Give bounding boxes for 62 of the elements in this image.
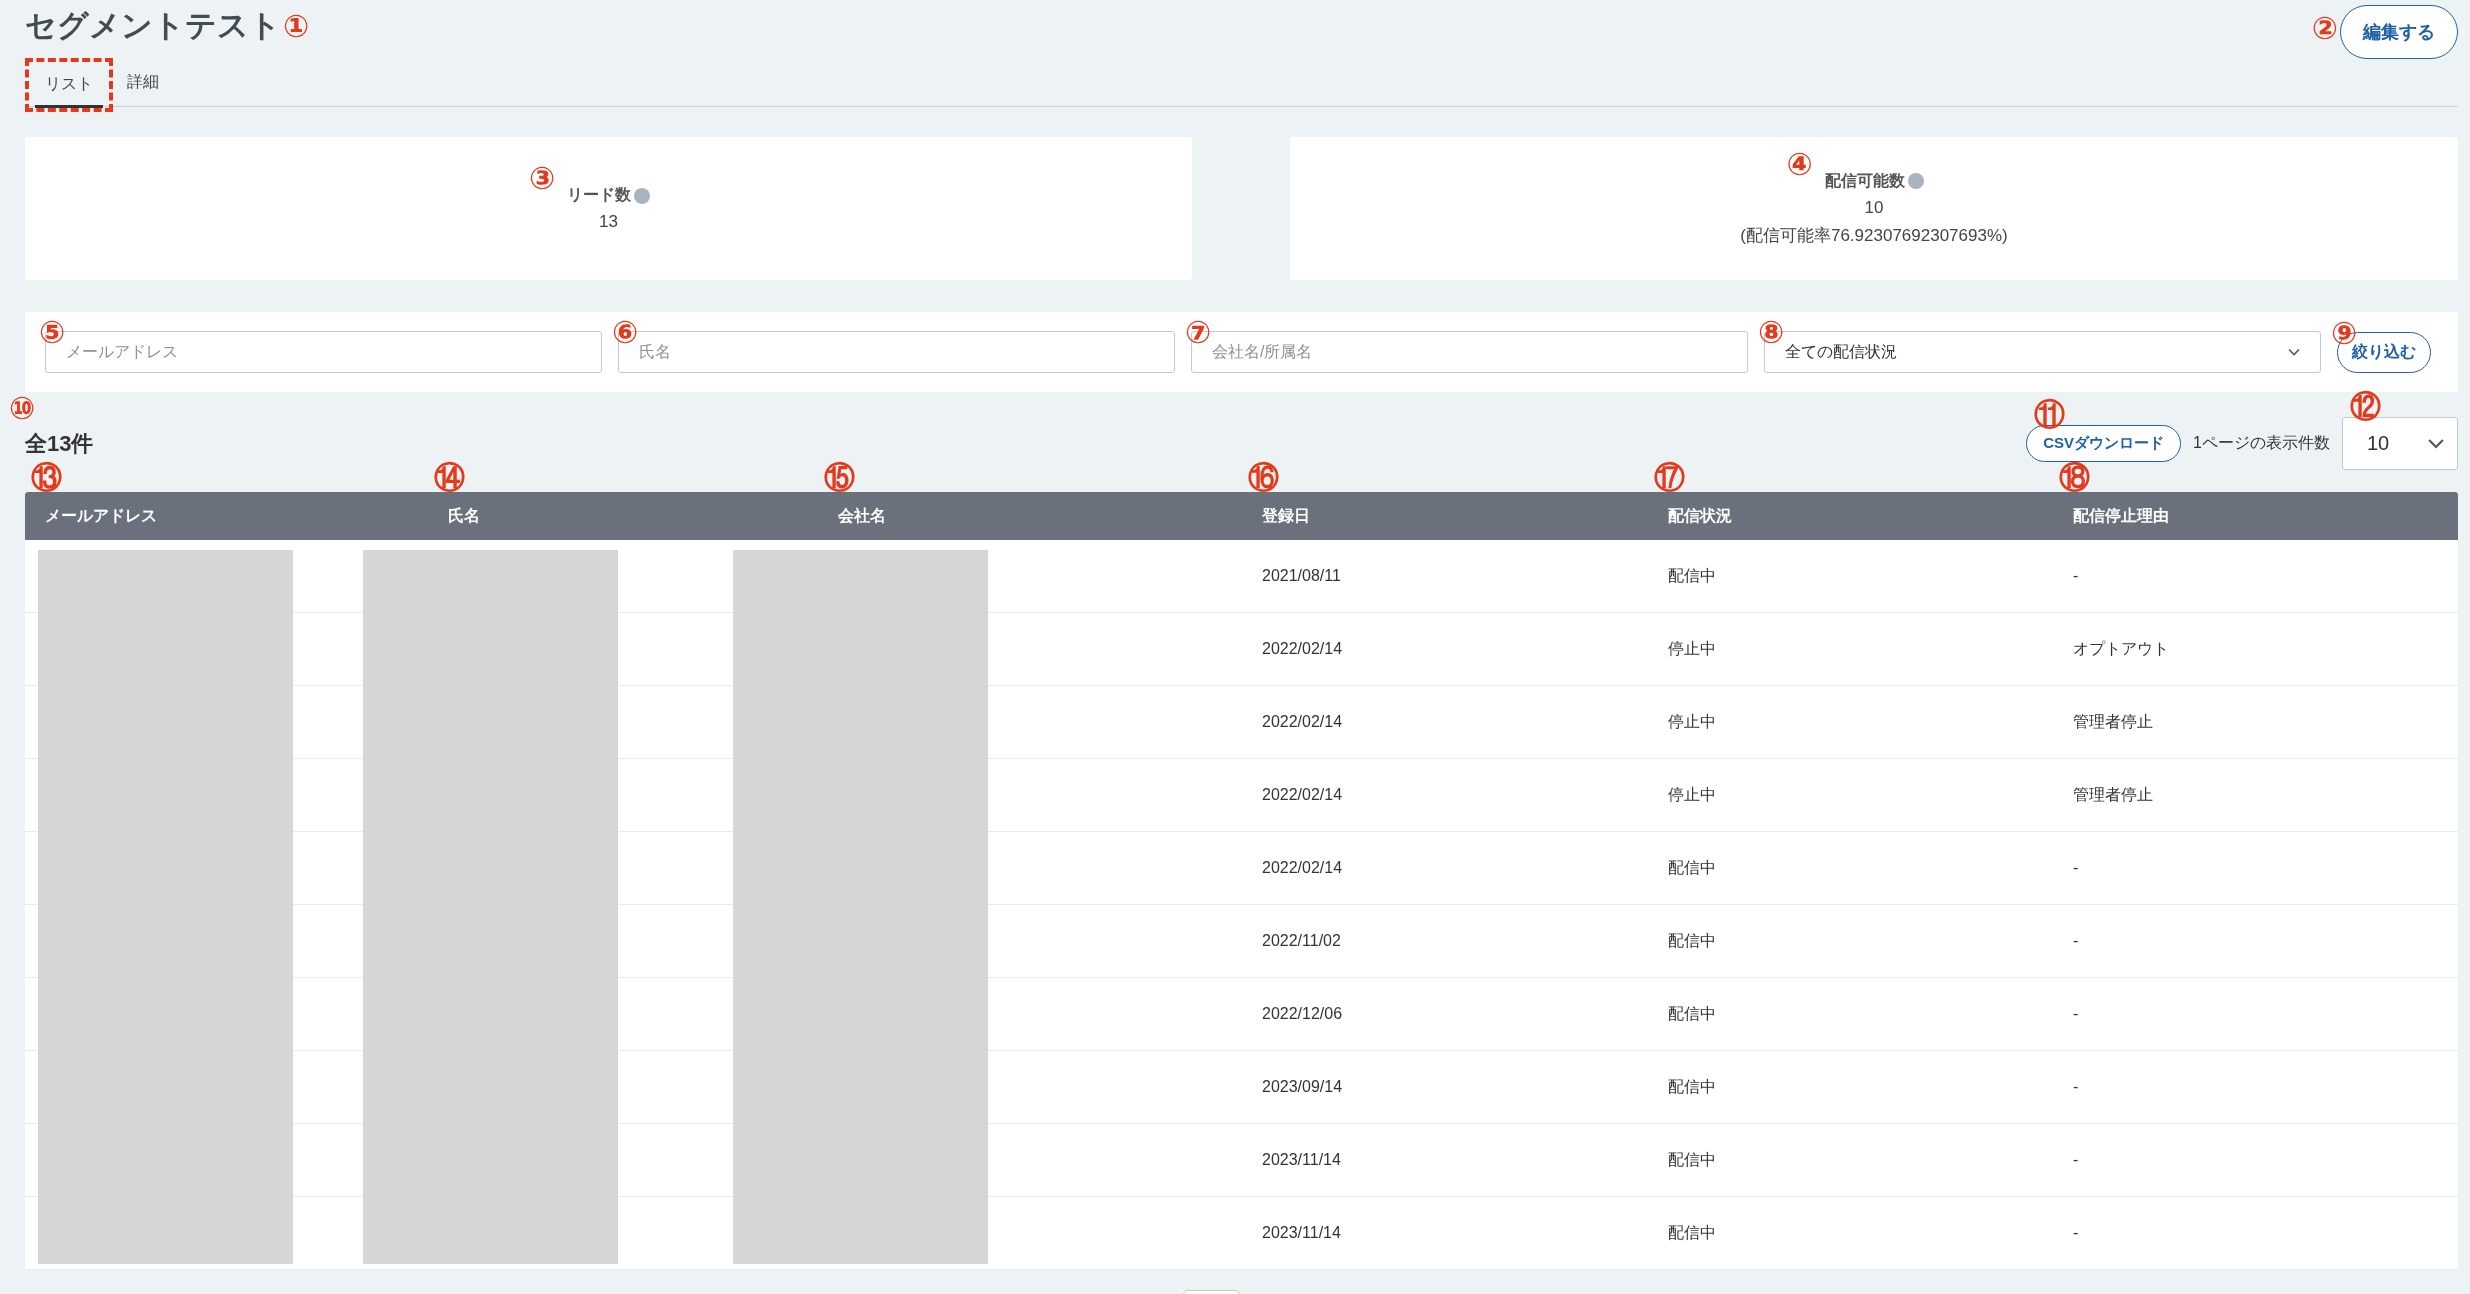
table-cell: - xyxy=(2073,859,2079,877)
per-page-label: 1ページの表示件数 xyxy=(2193,433,2330,453)
table-cell-text: 管理者停止 xyxy=(2073,784,2153,805)
callout-number: ③ xyxy=(529,163,556,194)
column-header: 配信停止理由 xyxy=(2073,505,2169,526)
table-cell-text: 停止中 xyxy=(1668,638,1716,659)
table-cell: 2022/12/06 xyxy=(1262,1005,1343,1023)
table-cell-text: 配信中 xyxy=(1668,1222,1716,1243)
help-icon xyxy=(1907,173,1924,189)
callout-number: ② xyxy=(2311,13,2338,44)
callout-number: ⑬ xyxy=(31,462,62,493)
callout-number: ⑭ xyxy=(434,462,465,493)
table-cell-text: オプトアウト xyxy=(2073,638,2169,659)
column-header: 登録日 xyxy=(1262,505,1310,526)
table-cell-text: 配信中 xyxy=(1668,565,1716,586)
tab[interactable]: リスト xyxy=(35,66,103,108)
callout-number: ⑩ xyxy=(9,392,36,424)
result-count: 全13件 xyxy=(25,430,94,456)
stat-label: リード数 xyxy=(567,185,631,205)
table-cell-text: 配信中 xyxy=(1668,930,1716,951)
chevron-down-icon xyxy=(2427,438,2445,449)
table-cell: 2022/11/02 xyxy=(1262,932,1341,950)
stat-label: 配信可能数 xyxy=(1824,170,1905,191)
table-cell-text: 配信中 xyxy=(1668,857,1716,878)
table-cell: - xyxy=(2073,1224,2079,1242)
table-cell: 2023/11/14 xyxy=(1262,1151,1341,1169)
table-cell: - xyxy=(2073,1078,2079,1096)
stat-note: (配信可能率76.92307692307693%) xyxy=(1740,224,2008,247)
table-cell-text: 停止中 xyxy=(1668,711,1716,732)
callout-number: ⑮ xyxy=(824,462,855,493)
page-title: セグメントテスト xyxy=(25,7,281,45)
table-cell: - xyxy=(2073,1005,2079,1023)
table-cell-text: 配信中 xyxy=(1668,1003,1716,1024)
chevron-down-icon xyxy=(2288,348,2300,356)
stat-value: 13 xyxy=(599,212,618,232)
table-cell: 2022/02/14 xyxy=(1262,640,1343,658)
table-cell: - xyxy=(2073,932,2079,950)
table-cell: 2023/11/14 xyxy=(1262,1224,1341,1242)
help-icon xyxy=(634,187,650,204)
table-cell-text: 停止中 xyxy=(1668,784,1716,805)
tab[interactable]: 詳細 xyxy=(117,64,169,106)
column-header: 配信状況 xyxy=(1668,505,1732,526)
edit-button[interactable]: 編集する xyxy=(2340,5,2458,59)
callout-number: ⑰ xyxy=(1654,462,1685,493)
stat-value: 10 xyxy=(1864,197,1884,218)
table-cell-text: 配信中 xyxy=(1668,1076,1716,1097)
callout-number: ⑯ xyxy=(1248,462,1279,493)
table-cell: - xyxy=(2073,567,2079,585)
callout-number: ④ xyxy=(1786,148,1813,180)
callout-number: ① xyxy=(283,10,310,42)
callout-number: ⑱ xyxy=(2059,462,2090,493)
column-header: 会社名 xyxy=(838,505,886,526)
table-cell-text: 配信中 xyxy=(1668,1149,1716,1170)
table-cell: 2021/08/11 xyxy=(1262,567,1341,585)
column-header: 氏名 xyxy=(448,505,480,526)
table-cell: 2022/02/14 xyxy=(1262,859,1343,877)
column-header: メールアドレス xyxy=(45,505,157,526)
table-cell: 2022/02/14 xyxy=(1262,713,1343,731)
table-cell-text: 管理者停止 xyxy=(2073,711,2153,732)
table-cell: 2023/09/14 xyxy=(1262,1078,1343,1096)
table-cell: 2022/02/14 xyxy=(1262,786,1343,804)
table-cell: - xyxy=(2073,1151,2079,1169)
